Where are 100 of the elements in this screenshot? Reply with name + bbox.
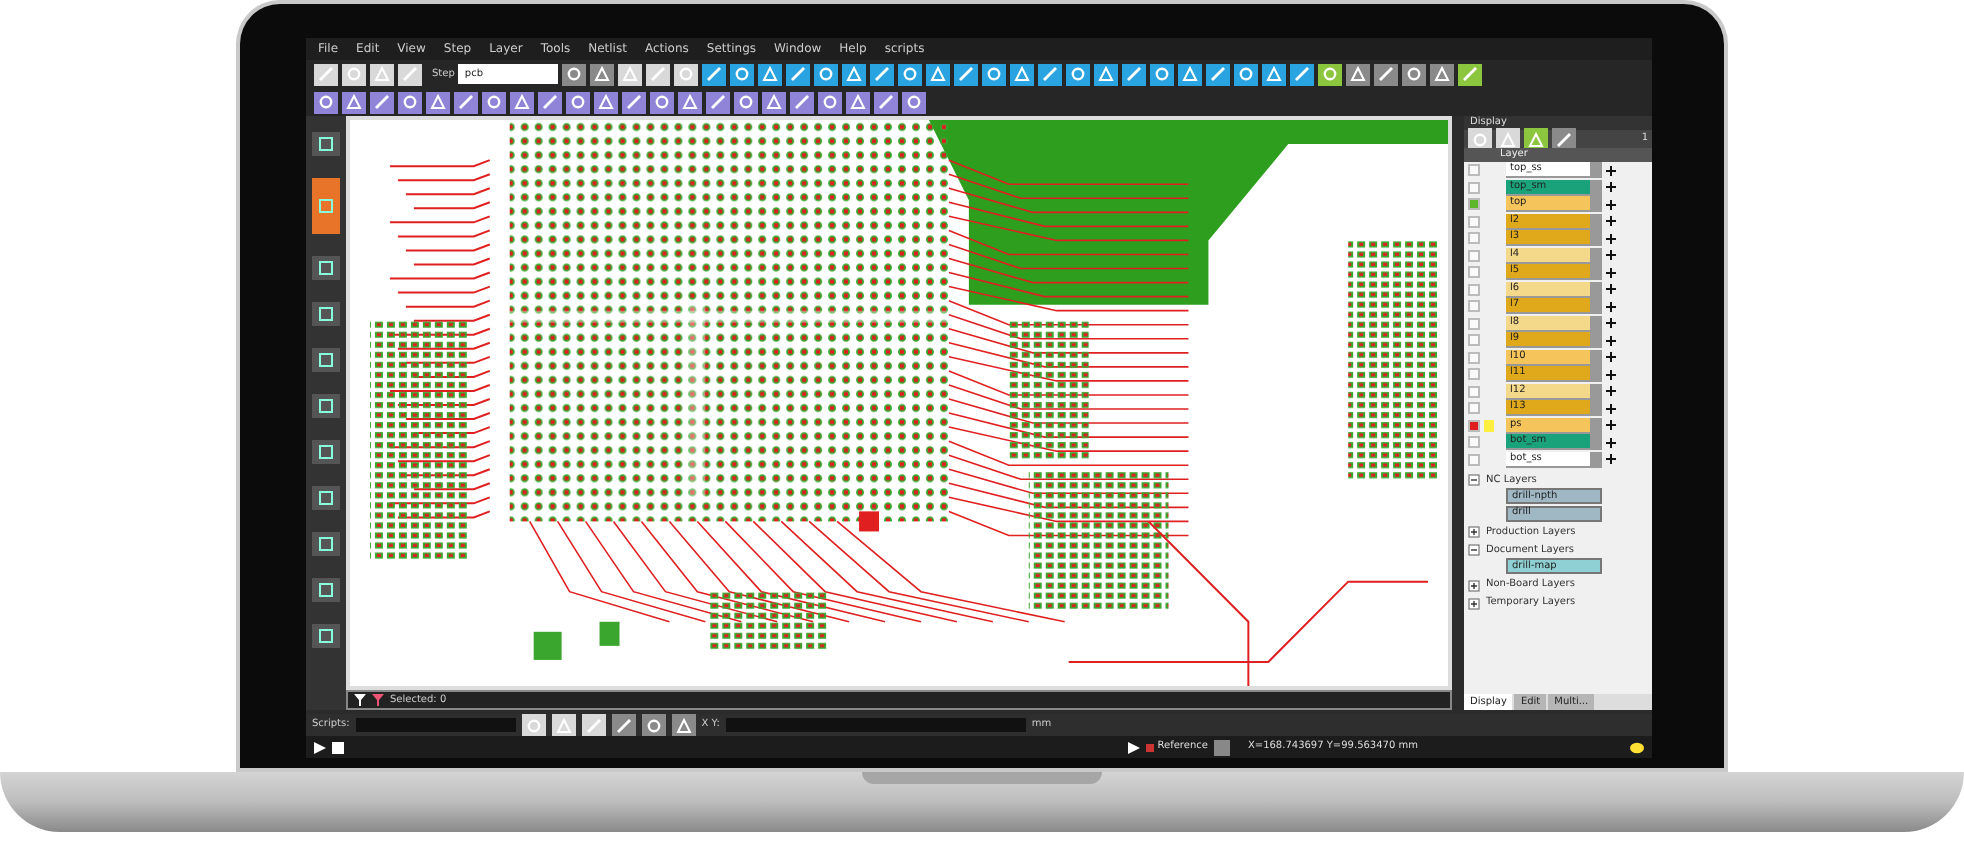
toolbar-button[interactable] xyxy=(611,714,636,736)
toolbar-button[interactable] xyxy=(618,63,643,85)
view-icon[interactable] xyxy=(1606,420,1616,431)
toolbar-button[interactable] xyxy=(1346,63,1371,85)
layer-state-box[interactable] xyxy=(1468,419,1480,432)
toolbar-button[interactable] xyxy=(1496,128,1520,150)
view-icon[interactable] xyxy=(1606,403,1616,414)
toolbar-button[interactable] xyxy=(818,91,842,113)
toolbar-button[interactable] xyxy=(1552,128,1576,150)
toolbar-button[interactable] xyxy=(370,63,394,85)
toolbar-button[interactable] xyxy=(762,91,786,113)
toolbar-button[interactable] xyxy=(551,714,576,736)
view-icon[interactable] xyxy=(1606,369,1616,380)
toolbar-button[interactable] xyxy=(702,63,727,85)
toolbar-button[interactable] xyxy=(521,714,546,736)
toolbar-button[interactable] xyxy=(1150,63,1175,85)
toolbar-button[interactable] xyxy=(926,63,951,85)
toolbar-button[interactable] xyxy=(790,91,814,113)
script-field[interactable] xyxy=(355,718,516,732)
toolbar-button[interactable] xyxy=(734,91,758,113)
view-icon[interactable] xyxy=(1606,318,1616,329)
view-icon[interactable] xyxy=(1606,199,1616,210)
view-icon[interactable] xyxy=(1606,165,1616,176)
toolbar-button[interactable] xyxy=(370,91,394,113)
toolbar-button[interactable] xyxy=(671,714,696,736)
toolbar-button[interactable] xyxy=(898,63,923,85)
toolbar-button[interactable] xyxy=(842,63,867,85)
toolbar-button[interactable] xyxy=(1318,63,1343,85)
collapse-icon[interactable] xyxy=(1468,474,1480,486)
toolbar-button[interactable] xyxy=(398,91,422,113)
toolbar-button[interactable] xyxy=(846,91,870,113)
tool-button[interactable] xyxy=(312,394,340,418)
toolbar-button[interactable] xyxy=(706,91,730,113)
toolbar-button[interactable] xyxy=(314,91,338,113)
toolbar-button[interactable] xyxy=(1374,63,1399,85)
reference-button[interactable] xyxy=(1213,739,1230,755)
tool-button[interactable] xyxy=(312,256,340,280)
tool-button[interactable] xyxy=(312,348,340,372)
toolbar-button[interactable] xyxy=(1290,63,1315,85)
toolbar-button[interactable] xyxy=(874,91,898,113)
toolbar-button[interactable] xyxy=(678,91,702,113)
toolbar-button[interactable] xyxy=(1038,63,1063,85)
toolbar-button[interactable] xyxy=(650,91,674,113)
toolbar-button[interactable] xyxy=(870,63,895,85)
toolbar-button[interactable] xyxy=(982,63,1007,85)
collapse-icon[interactable] xyxy=(1468,544,1480,556)
view-icon[interactable] xyxy=(1606,437,1616,448)
toolbar-button[interactable] xyxy=(1066,63,1091,85)
xy-field[interactable] xyxy=(725,718,1026,732)
toolbar-button[interactable] xyxy=(1094,63,1119,85)
toolbar-button[interactable] xyxy=(1262,63,1287,85)
toolbar-button[interactable] xyxy=(590,63,615,85)
toolbar-button[interactable] xyxy=(398,63,422,85)
toolbar-button[interactable] xyxy=(581,714,606,736)
view-icon[interactable] xyxy=(1606,335,1616,346)
toolbar-button[interactable] xyxy=(1178,63,1203,85)
toolbar-button[interactable] xyxy=(1430,63,1455,85)
tool-button[interactable] xyxy=(312,302,340,326)
play-icon[interactable] xyxy=(314,741,326,753)
toolbar-button[interactable] xyxy=(1206,63,1231,85)
view-icon[interactable] xyxy=(1606,233,1616,244)
toolbar-button[interactable] xyxy=(426,91,450,113)
toolbar-button[interactable] xyxy=(482,91,506,113)
toolbar-button[interactable] xyxy=(342,91,366,113)
toolbar-button[interactable] xyxy=(730,63,755,85)
view-icon[interactable] xyxy=(1606,182,1616,193)
view-icon[interactable] xyxy=(1606,301,1616,312)
toolbar-button[interactable] xyxy=(454,91,478,113)
toolbar-button[interactable] xyxy=(814,63,839,85)
tool-button[interactable] xyxy=(312,624,340,648)
chat-icon[interactable] xyxy=(1630,741,1644,753)
tool-button[interactable] xyxy=(312,532,340,556)
view-icon[interactable] xyxy=(1606,352,1616,363)
toolbar-button[interactable] xyxy=(1234,63,1259,85)
expand-icon[interactable] xyxy=(1468,597,1480,609)
toolbar-button[interactable] xyxy=(1122,63,1147,85)
toolbar-button[interactable] xyxy=(538,91,562,113)
stop-icon[interactable] xyxy=(332,741,344,753)
view-icon[interactable] xyxy=(1606,250,1616,261)
tool-button[interactable] xyxy=(312,132,340,156)
toolbar-button[interactable] xyxy=(562,63,587,85)
expand-icon[interactable] xyxy=(1468,526,1480,538)
toolbar-button[interactable] xyxy=(646,63,671,85)
toolbar-button[interactable] xyxy=(594,91,618,113)
toolbar-button[interactable] xyxy=(758,63,783,85)
toolbar-button[interactable] xyxy=(566,91,590,113)
view-icon[interactable] xyxy=(1606,216,1616,227)
view-icon[interactable] xyxy=(1606,267,1616,278)
tool-button[interactable] xyxy=(312,578,340,602)
tool-button[interactable] xyxy=(312,486,340,510)
toolbar-button[interactable] xyxy=(314,63,338,85)
view-icon[interactable] xyxy=(1606,284,1616,295)
toolbar-button[interactable] xyxy=(342,63,366,85)
toolbar-button[interactable] xyxy=(1524,128,1548,150)
view-icon[interactable] xyxy=(1606,454,1616,465)
toolbar-button[interactable] xyxy=(674,63,699,85)
tool-button[interactable] xyxy=(312,440,340,464)
toolbar-button[interactable] xyxy=(1458,63,1483,85)
toolbar-button[interactable] xyxy=(786,63,811,85)
toolbar-button[interactable] xyxy=(1468,128,1492,150)
